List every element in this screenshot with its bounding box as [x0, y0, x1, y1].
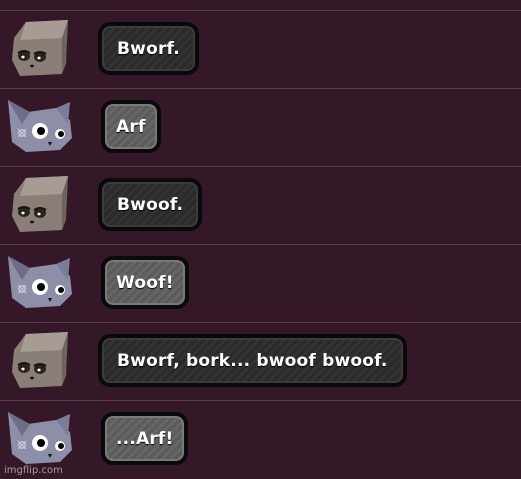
message-bubble: Bworf, bork... bwoof bwoof.	[98, 334, 407, 387]
message-text: Bworf.	[117, 38, 180, 59]
message-text: Arf	[116, 116, 146, 137]
message-bubble: Woof!	[101, 256, 189, 309]
message-row: Bworf, bork... bwoof bwoof.	[0, 323, 521, 400]
message-row: ...Arf!	[0, 401, 521, 478]
grey-cat-avatar-icon	[8, 412, 72, 464]
grey-cat-avatar-icon	[8, 100, 72, 152]
message-bubble: Bwoof.	[98, 178, 203, 231]
message-text: Bwoof.	[117, 194, 184, 215]
message-bubble: Arf	[101, 100, 161, 153]
cube-dog-avatar-icon	[12, 20, 68, 76]
message-text: Woof!	[116, 272, 174, 293]
watermark: imgflip.com	[4, 465, 63, 476]
message-row: Arf	[0, 89, 521, 166]
chat-log: Bworf. Arf Bwoof. Woof! Bworf, bork... b…	[0, 0, 521, 479]
message-row: Bworf.	[0, 11, 521, 88]
grey-cat-avatar-icon	[8, 256, 72, 308]
cube-dog-avatar-icon	[12, 332, 68, 388]
message-row: Bwoof.	[0, 167, 521, 244]
message-text: Bworf, bork... bwoof bwoof.	[117, 350, 388, 371]
message-bubble: ...Arf!	[101, 412, 189, 465]
message-bubble: Bworf.	[98, 22, 199, 75]
cube-dog-avatar-icon	[12, 176, 68, 232]
message-text: ...Arf!	[116, 428, 174, 449]
message-row: Woof!	[0, 245, 521, 322]
